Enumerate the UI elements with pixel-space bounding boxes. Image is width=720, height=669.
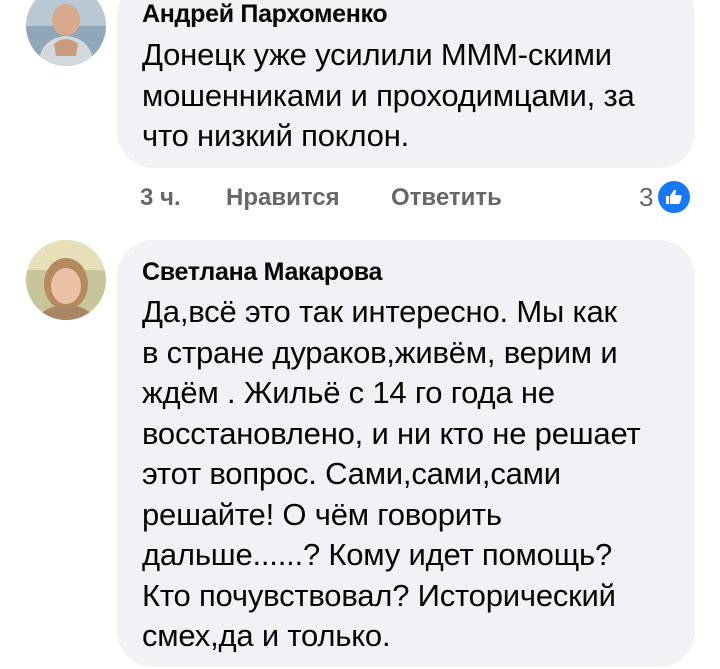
reaction-summary[interactable]: 3	[639, 178, 694, 216]
avatar-svetlana[interactable]	[26, 240, 106, 320]
comment-text-line: в стране дураков,живём, верим и	[142, 334, 618, 370]
comment-bubble: Андрей Пархоменко Донецк уже усилили МММ…	[117, 0, 695, 168]
comment-text-line: что низкий поклон.	[142, 118, 410, 153]
comment-actions: 3 ч. Нравится Ответить	[140, 183, 502, 213]
comment-text: Донецк уже усилили МММ-скими мошенниками…	[142, 35, 695, 157]
thumbs-up-icon	[655, 178, 694, 216]
avatar-andrey[interactable]	[26, 0, 106, 66]
comment-author[interactable]: Светлана Макарова	[142, 257, 695, 287]
comment-text-line: этот вопрос. Сами,сами,сами	[142, 456, 561, 491]
comment-text: Да,всё это так интересно. Мы как в стран…	[142, 292, 695, 657]
comment-text-line: смех,да и только.	[142, 618, 391, 653]
reaction-count: 3	[639, 181, 654, 212]
comment-text-line: мошенниками и проходимцами, за	[142, 77, 635, 113]
comment-text-line: Донецк уже усилили МММ-скими	[142, 37, 612, 72]
comment-text-line: Кто почувствовал? Исторический	[142, 577, 616, 613]
comment-text-line: дальше......? Кому идет помощь?	[142, 537, 612, 572]
avatar-photo-icon	[26, 240, 106, 320]
comment-timestamp[interactable]: 3 ч.	[140, 184, 226, 212]
comment-text-line: решайте! О чём говорить	[142, 496, 502, 532]
like-button[interactable]: Нравится	[226, 184, 391, 212]
comment-bubble: Светлана Макарова Да,всё это так интерес…	[117, 240, 695, 667]
comment-text-line: Да,всё это так интересно. Мы как	[142, 294, 617, 329]
avatar-photo-icon	[26, 0, 106, 66]
comment-text-line: восстановлено, и ни кто не решает	[142, 415, 641, 451]
reply-button[interactable]: Ответить	[391, 184, 502, 212]
comment-author[interactable]: Андрей Пархоменко	[142, 0, 695, 29]
comment-text-line: ждём . Жильё с 14 го года не	[142, 375, 555, 410]
